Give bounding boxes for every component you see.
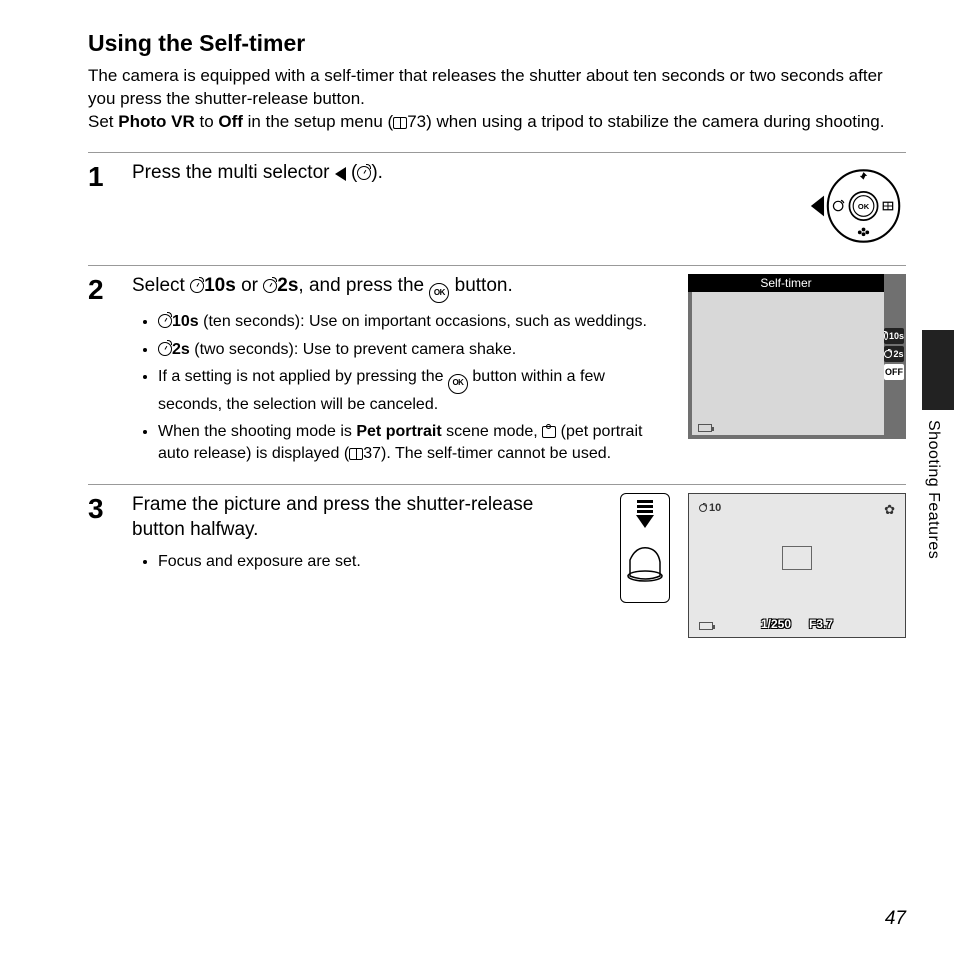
down-arrow-icon: [636, 515, 654, 528]
step-3-bullets: Focus and exposure are set.: [132, 551, 588, 573]
self-timer-icon: [158, 342, 172, 356]
step-2-head: Select 10s or 2s, and press the OK butto…: [132, 274, 656, 303]
step-3: 3 Frame the picture and press the shutte…: [88, 484, 906, 652]
lcd-self-timer-menu: Self-timer 10s 2s OFF: [688, 274, 906, 439]
multi-selector-illustration: OK: [806, 161, 906, 251]
aperture: F3.7: [809, 617, 833, 631]
self-timer-icon: [190, 279, 204, 293]
manual-ref-icon: [393, 117, 407, 129]
lcd-canvas: [692, 292, 884, 435]
page-number: 47: [885, 908, 906, 930]
chapter-tab: [922, 330, 954, 410]
timer-indicator: 10: [699, 502, 721, 514]
manual-ref-icon: [349, 448, 363, 460]
option-2s: 2s: [884, 346, 904, 362]
chapter-label: Shooting Features: [924, 420, 942, 559]
self-timer-icon: [884, 350, 892, 358]
list-item: If a setting is not applied by pressing …: [158, 366, 656, 415]
mode-indicator: ✿: [884, 502, 895, 518]
exposure-readout: 1/250 F3.7: [761, 617, 833, 631]
ok-button-icon: OK: [448, 374, 468, 394]
focus-area: [782, 546, 812, 570]
list-item: When the shooting mode is Pet portrait s…: [158, 421, 656, 464]
ok-button-icon: OK: [429, 283, 449, 303]
battery-icon: [699, 622, 713, 630]
option-10s: 10s: [884, 328, 904, 344]
step-3-head: Frame the picture and press the shutter-…: [132, 493, 588, 542]
self-timer-icon: [158, 314, 172, 328]
svg-text:OK: OK: [858, 202, 870, 211]
lcd-header: Self-timer: [688, 274, 884, 292]
option-off: OFF: [884, 364, 904, 380]
step-1-head: Press the multi selector ().: [132, 161, 774, 186]
self-timer-icon: [357, 166, 371, 180]
list-item: 2s (two seconds): Use to prevent camera …: [158, 339, 656, 361]
step-1: 1 Press the multi selector (). OK: [88, 152, 906, 265]
lcd-live-view: 10 ✿ 1/250 F3.7: [688, 493, 906, 638]
pet-portrait-icon: [542, 426, 556, 438]
left-arrow-icon: [335, 167, 346, 181]
bold-photovr: Photo VR: [118, 112, 195, 131]
self-timer-icon: [263, 279, 277, 293]
self-timer-icon: [884, 332, 888, 340]
page-title: Using the Self-timer: [88, 30, 906, 57]
lcd-options: 10s 2s OFF: [884, 328, 904, 380]
intro-paragraph: The camera is equipped with a self-timer…: [88, 65, 906, 134]
step-number: 1: [88, 163, 116, 251]
step-2-bullets: 10s (ten seconds): Use on important occa…: [132, 311, 656, 464]
shutter-press-illustration: [620, 493, 670, 603]
step-2: 2 Select 10s or 2s, and press the OK but…: [88, 265, 906, 485]
battery-icon: [698, 424, 712, 432]
bold-off: Off: [218, 112, 243, 131]
step-number: 3: [88, 495, 116, 638]
self-timer-icon: [699, 504, 707, 512]
shutter-speed: 1/250: [761, 617, 791, 631]
intro-line1: The camera is equipped with a self-timer…: [88, 66, 883, 108]
step-number: 2: [88, 276, 116, 471]
list-item: Focus and exposure are set.: [158, 551, 588, 573]
list-item: 10s (ten seconds): Use on important occa…: [158, 311, 656, 333]
